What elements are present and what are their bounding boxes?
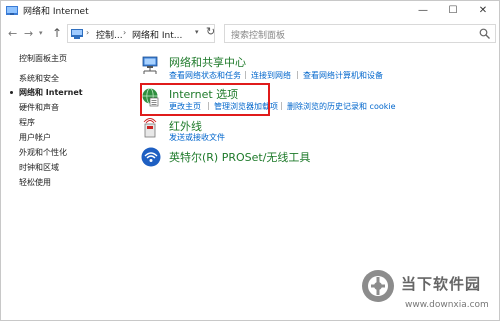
control-panel-icon — [71, 29, 83, 39]
infrared-icon — [143, 118, 157, 138]
watermark-url: www.downxia.com — [405, 300, 489, 310]
recent-locations-dropdown[interactable]: ▾ — [39, 29, 43, 37]
up-button[interactable]: ↑ — [52, 26, 62, 40]
wireless-icon — [141, 147, 161, 167]
breadcrumb-separator: › — [86, 28, 90, 37]
search-box[interactable]: 搜索控制面板 — [224, 24, 496, 43]
connect-to-network-link[interactable]: 连接到网络 — [251, 70, 291, 81]
control-panel-window: 网络和 Internet — ☐ ✕ ← → ▾ ↑ › 控制... › 网络和… — [0, 0, 500, 321]
search-input[interactable]: 搜索控制面板 — [231, 28, 285, 41]
window-title: 网络和 Internet — [23, 7, 89, 17]
sidebar-item-appearance[interactable]: 外观和个性化 — [19, 147, 67, 158]
sidebar-item-home[interactable]: 控制面板主页 — [19, 53, 67, 64]
highlight-box — [140, 83, 270, 116]
network-folder-icon — [6, 6, 18, 15]
minimize-button[interactable]: — — [408, 1, 438, 21]
delete-history-cookies-link[interactable]: 删除浏览的历史记录和 cookie — [287, 101, 396, 112]
link-separator: | — [244, 70, 247, 79]
navigation-bar: ← → ▾ ↑ › 控制... › 网络和 Int... ▾ ↻ 搜索控制面板 — [1, 21, 499, 47]
watermark-name: 当下软件园 — [401, 275, 482, 293]
title-bar: 网络和 Internet — ☐ ✕ — [1, 1, 499, 21]
sidebar-item-system-security[interactable]: 系统和安全 — [19, 73, 59, 84]
forward-button[interactable]: → — [24, 27, 33, 40]
refresh-button[interactable]: ↻ — [206, 25, 215, 38]
breadcrumb-network-internet[interactable]: 网络和 Int... — [132, 28, 182, 41]
network-sharing-center-title[interactable]: 网络和共享中心 — [169, 54, 246, 70]
sidebar-item-network-internet[interactable]: 网络和 Internet — [19, 87, 83, 98]
link-separator: | — [296, 70, 299, 79]
active-bullet — [10, 91, 13, 94]
close-button[interactable]: ✕ — [468, 1, 498, 21]
address-bar[interactable]: › 控制... › 网络和 Int... — [67, 24, 215, 43]
back-button[interactable]: ← — [8, 27, 17, 40]
intel-proset-wireless-title[interactable]: 英特尔(R) PROSet/无线工具 — [169, 149, 310, 165]
sidebar-item-clock-region[interactable]: 时钟和区域 — [19, 162, 59, 173]
sidebar-item-programs[interactable]: 程序 — [19, 117, 35, 128]
watermark-logo-icon — [362, 270, 394, 302]
address-dropdown[interactable]: ▾ — [195, 28, 199, 36]
network-sharing-icon — [142, 56, 158, 74]
breadcrumb-control-panel[interactable]: 控制... — [96, 28, 123, 41]
breadcrumb-separator: › — [123, 28, 127, 37]
send-receive-files-link[interactable]: 发送或接收文件 — [169, 132, 225, 143]
view-network-computers-link[interactable]: 查看网络计算机和设备 — [303, 70, 383, 81]
sidebar-item-user-accounts[interactable]: 用户帐户 — [19, 132, 51, 143]
maximize-button[interactable]: ☐ — [438, 1, 468, 21]
view-network-status-link[interactable]: 查看网络状态和任务 — [169, 70, 241, 81]
search-icon[interactable] — [479, 28, 490, 39]
sidebar-item-hardware-sound[interactable]: 硬件和声音 — [19, 102, 59, 113]
link-separator: | — [280, 101, 283, 110]
sidebar-item-ease-of-access[interactable]: 轻松使用 — [19, 177, 51, 188]
